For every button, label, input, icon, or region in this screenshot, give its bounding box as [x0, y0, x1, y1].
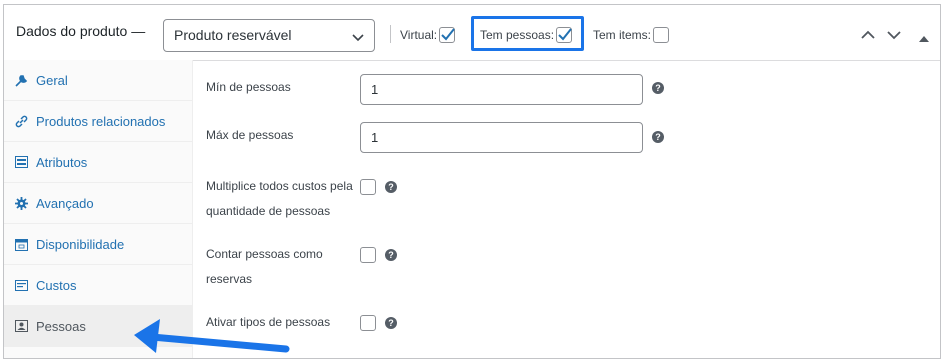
annotation-arrow-icon — [134, 319, 290, 353]
virtual-checkbox[interactable] — [439, 27, 456, 43]
highlight-box — [471, 16, 584, 51]
virtual-option[interactable]: Virtual: — [400, 27, 456, 43]
link-icon — [14, 114, 28, 128]
gear-icon — [14, 196, 28, 210]
chevron-down-icon — [352, 29, 364, 45]
checkmark-icon — [441, 28, 455, 41]
multiply-costs-label-line1: Multiplice todos custos pela — [206, 179, 353, 193]
product-type-value: Produto reservável — [174, 27, 292, 43]
collapse-toggle-icon[interactable] — [919, 29, 929, 47]
tab-label: Produtos relacionados — [36, 113, 166, 129]
has-items-option[interactable]: Tem items: — [593, 27, 670, 43]
list-icon — [14, 155, 28, 169]
virtual-label: Virtual: — [400, 28, 438, 42]
count-as-bookings-label-line1: Contar pessoas como — [206, 247, 323, 261]
help-icon[interactable]: ? — [385, 249, 397, 261]
product-data-tabs: Geral Produtos relacionados Atributos Av… — [4, 60, 193, 358]
tab-produtos-relacionados[interactable]: Produtos relacionados — [4, 101, 192, 142]
tab-label: Custos — [36, 277, 77, 293]
money-icon — [14, 278, 28, 292]
tab-avancado[interactable]: Avançado — [4, 183, 192, 224]
count-as-bookings-checkbox[interactable] — [360, 247, 376, 263]
max-persons-label: Máx de pessoas — [206, 128, 294, 142]
help-icon[interactable]: ? — [385, 317, 397, 329]
help-icon[interactable]: ? — [652, 131, 664, 143]
panel-title: Dados do produto — — [16, 23, 146, 39]
person-types-checkbox[interactable] — [360, 315, 376, 331]
help-icon[interactable]: ? — [652, 82, 664, 94]
multiply-costs-label-line2: quantidade de pessoas — [206, 204, 331, 218]
product-type-select[interactable]: Produto reservável — [163, 19, 375, 52]
tab-atributos[interactable]: Atributos — [4, 142, 192, 183]
tab-label: Disponibilidade — [36, 236, 125, 252]
panel-header: Dados do produto — Produto reservável Vi… — [4, 5, 940, 61]
max-persons-input[interactable]: 1 — [360, 122, 643, 153]
min-persons-input[interactable]: 1 — [360, 74, 643, 105]
has-items-label: Tem items: — [593, 28, 652, 42]
tab-geral[interactable]: Geral — [4, 60, 192, 101]
tab-disponibilidade[interactable]: Disponibilidade — [4, 224, 192, 265]
multiply-costs-checkbox[interactable] — [360, 179, 376, 195]
header-divider — [390, 25, 391, 43]
has-items-checkbox[interactable] — [653, 27, 670, 43]
tab-label: Geral — [36, 72, 68, 88]
min-persons-value: 1 — [371, 82, 379, 97]
tab-custos[interactable]: Custos — [4, 265, 192, 306]
min-persons-label: Mín de pessoas — [206, 80, 291, 94]
calendar-icon — [14, 237, 28, 251]
wrench-icon — [14, 73, 28, 87]
help-icon[interactable]: ? — [385, 181, 397, 193]
product-data-panel: Dados do produto — Produto reservável Vi… — [3, 4, 941, 359]
move-down-icon[interactable] — [887, 27, 901, 45]
move-up-icon[interactable] — [861, 27, 875, 45]
tab-label: Pessoas — [36, 318, 86, 334]
count-as-bookings-label-line2: reservas — [206, 272, 253, 286]
tab-label: Atributos — [36, 154, 88, 170]
person-card-icon — [14, 319, 28, 333]
max-persons-value: 1 — [371, 130, 379, 145]
tab-label: Avançado — [36, 195, 94, 211]
